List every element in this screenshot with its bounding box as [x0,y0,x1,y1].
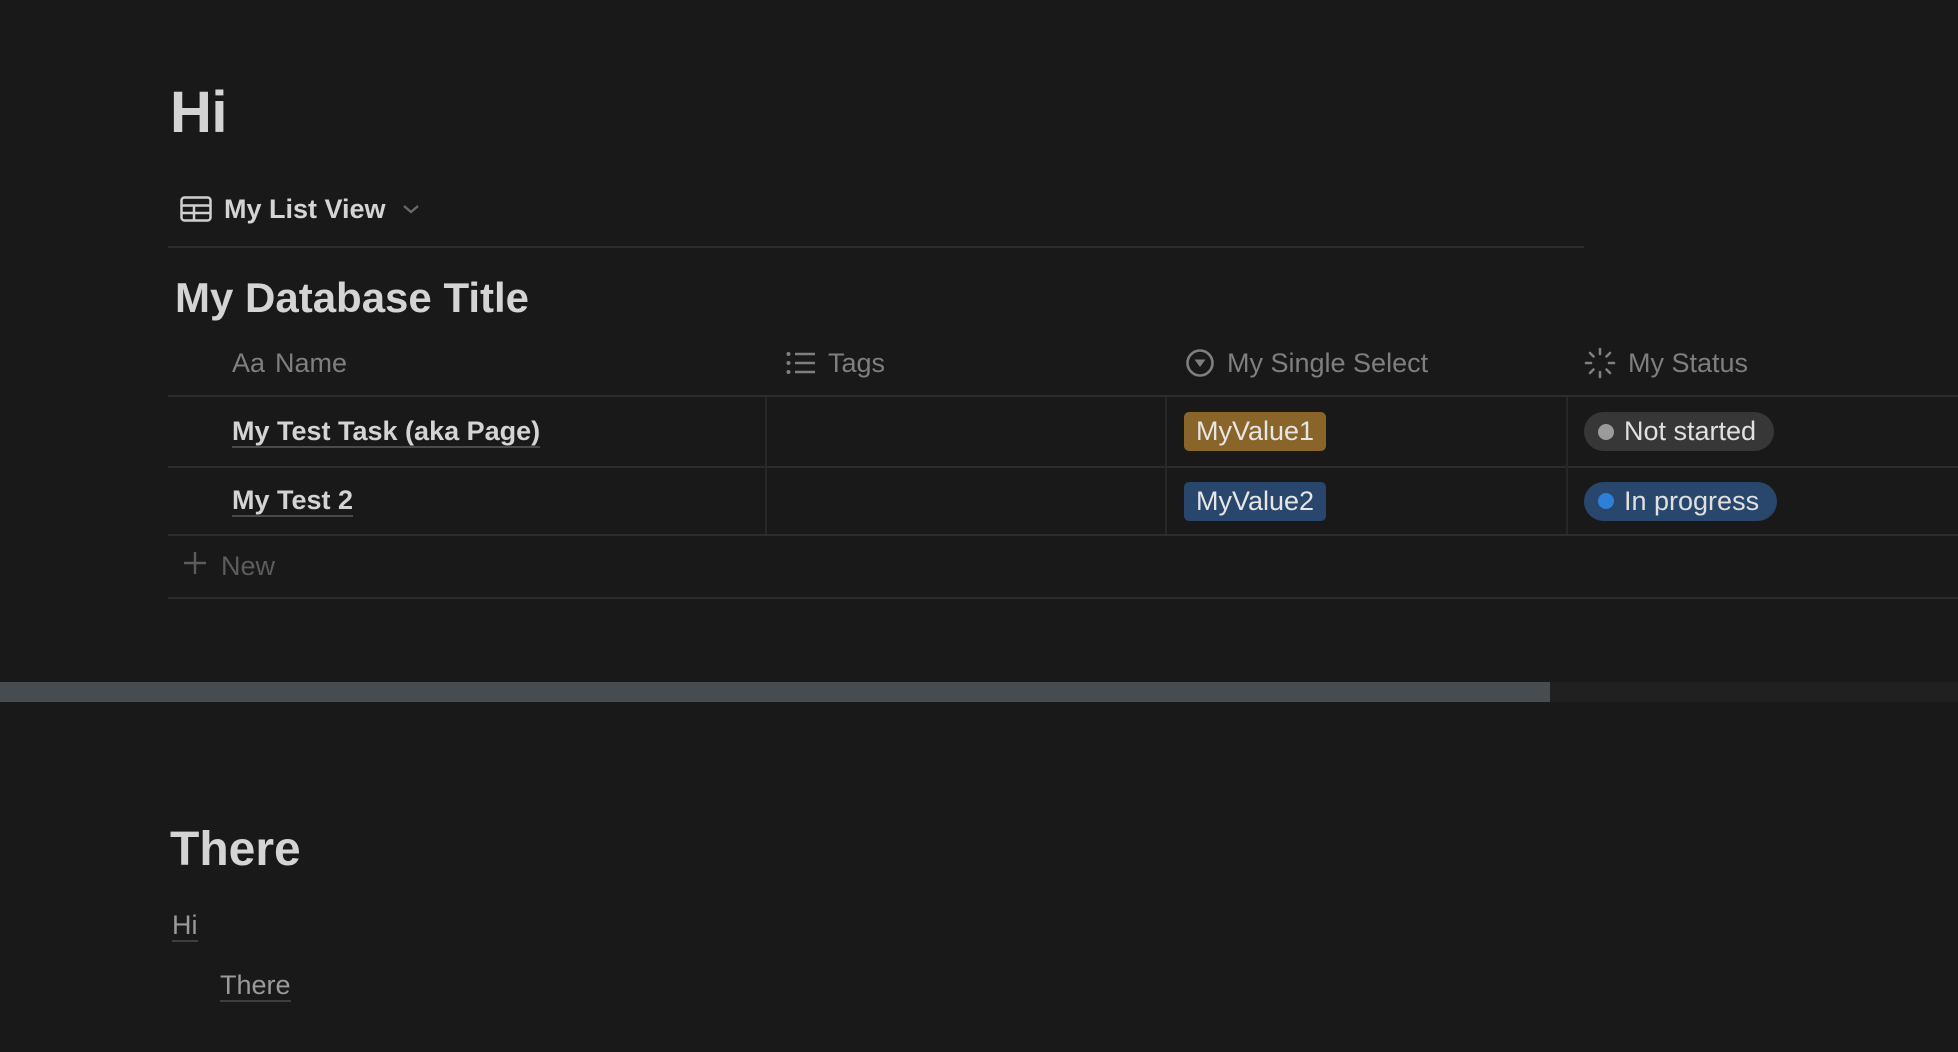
list-icon [786,351,816,375]
section-heading[interactable]: There [170,820,301,880]
view-tab-label: My List View [224,193,386,224]
row-title-link[interactable]: My Test 2 [232,485,354,517]
column-header-label: Name [275,347,348,378]
chevron-down-icon[interactable] [402,203,420,215]
row-divider [168,534,1958,536]
page-link[interactable]: Hi [172,910,198,942]
column-header-single-select[interactable]: My Single Select [1185,330,1428,396]
tags-cell[interactable] [767,397,1165,466]
status-loader-icon [1584,347,1616,379]
row-title-link[interactable]: My Test Task (aka Page) [232,416,541,448]
column-header-name[interactable]: Aa Name [232,330,347,396]
text-aa-icon: Aa [232,347,266,378]
status-label: Not started [1624,416,1757,446]
page-link-nested[interactable]: There [220,970,291,1002]
page-link-label[interactable]: Hi [172,910,198,942]
column-header-label: My Single Select [1227,347,1429,378]
page-title[interactable]: Hi [170,78,228,148]
select-tag: MyValue2 [1184,481,1327,521]
status-badge: Not started [1584,412,1775,451]
column-header-label: Tags [828,347,886,378]
single-select-cell[interactable]: MyValue2 [1184,468,1327,534]
name-cell[interactable]: My Test 2 [232,468,354,534]
column-divider [1566,397,1568,534]
page-link-label[interactable]: There [220,970,291,1002]
status-badge: In progress [1584,481,1778,521]
column-header-status[interactable]: My Status [1584,330,1748,396]
column-divider [1165,397,1167,534]
select-circle-icon [1185,348,1215,378]
column-header-tags[interactable]: Tags [786,330,885,396]
status-dot-icon [1598,423,1614,440]
status-cell[interactable]: In progress [1584,468,1778,534]
single-select-cell[interactable]: MyValue1 [1184,397,1327,466]
status-cell[interactable]: Not started [1584,397,1775,466]
database-title[interactable]: My Database Title [175,272,529,324]
status-dot-icon [1598,493,1614,509]
tags-cell[interactable] [767,468,1165,534]
new-label: New [221,551,276,581]
column-header-label: My Status [1628,347,1749,378]
name-cell[interactable]: My Test Task (aka Page) [232,397,541,466]
status-label: In progress [1624,485,1760,516]
view-tab-my-list-view[interactable]: My List View [180,188,420,230]
table-icon [180,196,212,222]
new-row-button[interactable]: New [183,536,275,597]
table-bottom-divider [168,597,1958,599]
plus-icon [183,551,207,582]
horizontal-scrollbar-thumb[interactable] [0,682,1550,702]
view-divider [168,246,1584,248]
select-tag: MyValue1 [1184,412,1327,451]
